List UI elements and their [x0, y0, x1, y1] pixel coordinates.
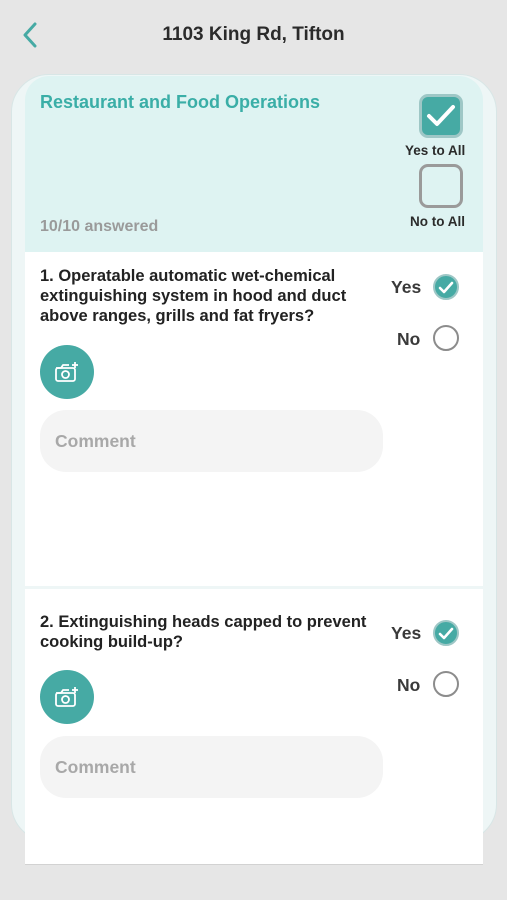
yes-option-label: Yes	[391, 277, 422, 297]
comment-field[interactable]	[40, 736, 383, 798]
add-photo-button[interactable]	[40, 670, 94, 724]
no-radio[interactable]	[433, 325, 459, 351]
no-to-all-label: No to All	[410, 214, 465, 229]
section-title: Restaurant and Food Operations	[40, 92, 321, 112]
add-photo-button[interactable]	[40, 345, 94, 399]
camera-add-icon	[55, 362, 78, 382]
no-option-label: No	[397, 675, 421, 695]
checkmark-icon	[427, 105, 455, 126]
comment-field[interactable]	[40, 410, 383, 472]
checkmark-icon	[438, 627, 454, 639]
question-text: 1. Operatable automatic wet-chemical ext…	[40, 267, 347, 325]
yes-option-label: Yes	[391, 623, 422, 643]
no-option-label: No	[397, 329, 421, 349]
checkmark-icon	[438, 281, 454, 293]
yes-radio[interactable]	[433, 274, 459, 300]
camera-add-icon	[55, 687, 78, 707]
yes-to-all-checkbox[interactable]	[419, 94, 463, 138]
no-to-all-checkbox[interactable]	[419, 164, 463, 208]
question-card-1: 1. Operatable automatic wet-chemical ext…	[25, 252, 483, 586]
section-header: Restaurant and Food Operations 10/10 ans…	[25, 76, 483, 252]
no-radio[interactable]	[433, 671, 459, 697]
question-card-2: 2. Extinguishing heads capped to prevent…	[25, 589, 483, 865]
answered-count: 10/10 answered	[40, 218, 159, 235]
question-text: 2. Extinguishing heads capped to prevent…	[40, 613, 367, 651]
page-title: 1103 King Rd, Tifton	[162, 24, 345, 45]
top-bar: 1103 King Rd, Tifton	[0, 0, 507, 72]
yes-radio[interactable]	[433, 620, 459, 646]
yes-to-all-label: Yes to All	[405, 143, 466, 158]
